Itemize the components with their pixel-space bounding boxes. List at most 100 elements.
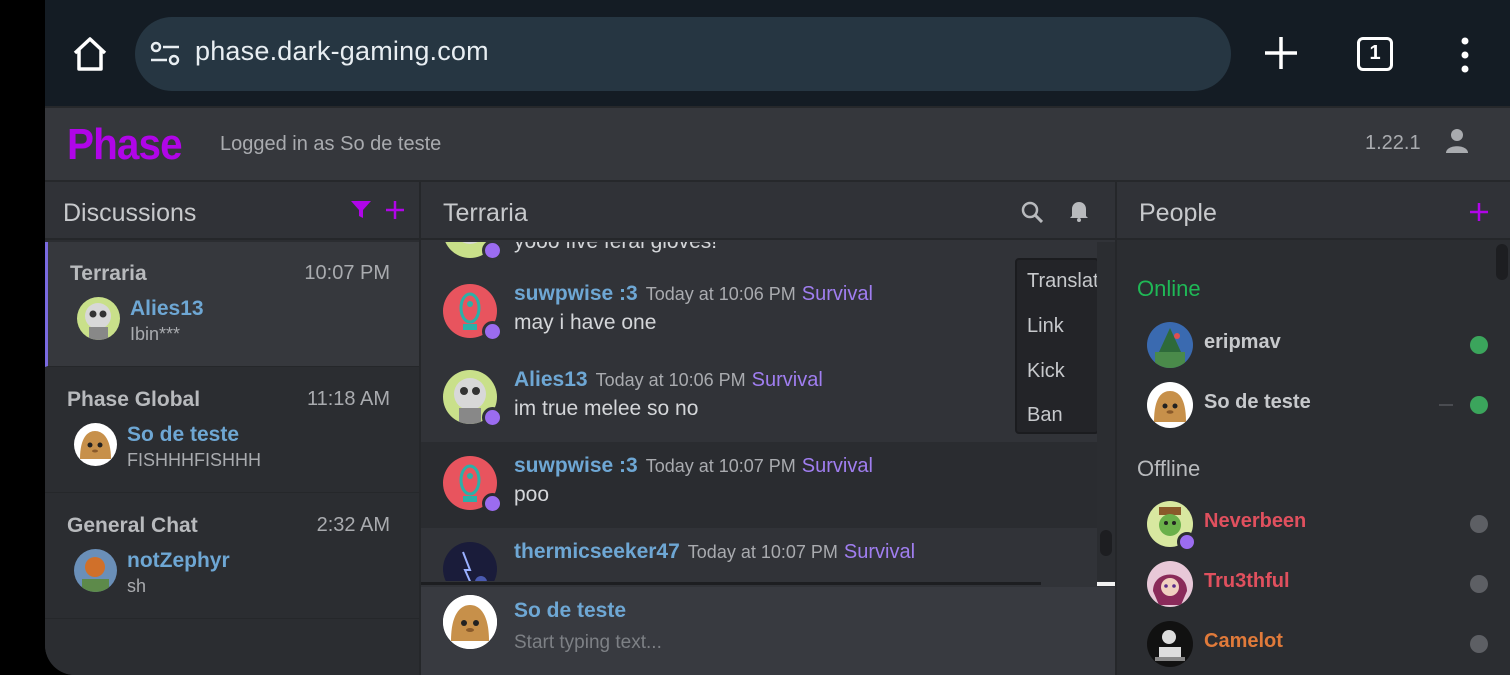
discussion-name: Terraria <box>70 262 147 285</box>
discussion-last-user: So de teste <box>127 423 240 446</box>
composer-username: So de teste <box>514 599 627 622</box>
discussion-item-phase-global[interactable]: Phase Global 11:18 AM So de teste FISHHH… <box>45 368 419 493</box>
discussions-header: Discussions <box>45 182 419 240</box>
menu-item-translate[interactable]: Translate <box>1027 270 1097 293</box>
avatar <box>74 549 117 592</box>
message-context-menu: Translate Link Kick Ban <box>1015 258 1097 434</box>
message-item[interactable]: Alies13 Today at 10:06 PM Survival im true… <box>421 356 1097 442</box>
discussion-last-message: Ibin*** <box>130 324 181 344</box>
user-badge <box>482 407 503 428</box>
plus-icon[interactable] <box>1262 34 1300 72</box>
avatar <box>1147 322 1193 368</box>
phase-logo[interactable]: Phase <box>67 120 183 170</box>
message-text: im true melee so no <box>514 397 699 420</box>
message-time: Today at 10:07 PM <box>645 456 796 476</box>
logged-in-status: Logged in as So de teste <box>220 133 442 155</box>
person-neverbeen[interactable]: Neverbeen <box>1117 496 1497 552</box>
menu-item-link[interactable]: Link <box>1027 315 1064 338</box>
message-time: Today at 10:06 PM <box>645 284 796 304</box>
chat-title: Terraria <box>443 199 528 227</box>
message-item[interactable]: yooo five feral gloves! <box>421 242 1097 261</box>
menu-item-kick[interactable]: Kick <box>1027 360 1065 383</box>
bell-icon[interactable] <box>1069 200 1089 222</box>
message-time: Today at 10:06 PM <box>595 370 746 390</box>
person-name: Tru3thful <box>1204 570 1290 592</box>
people-scrollbar-thumb[interactable] <box>1496 244 1508 280</box>
message-author[interactable]: Alies13 <box>514 368 588 391</box>
person-tru3thful[interactable]: Tru3thful <box>1117 556 1497 612</box>
person-name: Neverbeen <box>1204 510 1307 532</box>
discussion-name: General Chat <box>67 514 198 537</box>
person-name: So de teste <box>1204 391 1311 413</box>
message-header: Alies13 Today at 10:06 PM Survival <box>514 368 823 392</box>
message-item[interactable]: suwpwise :3 Today at 10:06 PM Survival may… <box>421 270 1097 356</box>
tabs-icon[interactable]: 1 <box>1357 37 1393 71</box>
menu-item-ban[interactable]: Ban <box>1027 404 1063 427</box>
discussion-item-general-chat[interactable]: General Chat 2:32 AM notZephyr sh <box>45 494 419 619</box>
discussion-time: 11:18 AM <box>306 388 390 410</box>
scrollbar-corner <box>1097 582 1115 586</box>
discussion-time: 2:32 AM <box>316 514 390 536</box>
people-scrollbar[interactable] <box>1495 242 1510 675</box>
chat-panel: Terraria yooo five feral gloves! <box>419 182 1117 675</box>
message-author[interactable]: suwpwise :3 <box>514 454 638 477</box>
discussion-item-terraria[interactable]: Terraria 10:07 PM Alies13 Ibin*** <box>45 242 419 367</box>
url-text[interactable]: phase.dark-gaming.com <box>195 36 489 67</box>
message-scrollbar-thumb[interactable] <box>1100 530 1112 556</box>
user-icon[interactable] <box>1445 128 1469 154</box>
discussion-name: Phase Global <box>67 388 201 411</box>
message-list[interactable]: yooo five feral gloves! suwpwise :3 Today… <box>421 242 1097 581</box>
offline-status-dot <box>1470 575 1488 593</box>
server-tag: Survival <box>751 369 823 391</box>
people-title: People <box>1139 199 1217 227</box>
avatar <box>1147 561 1193 607</box>
offline-group-label: Offline <box>1137 456 1201 481</box>
discussions-title: Discussions <box>63 199 197 227</box>
filter-icon[interactable] <box>351 201 371 219</box>
search-icon[interactable] <box>1021 201 1043 223</box>
person-camelot[interactable]: Camelot <box>1117 616 1497 672</box>
user-badge <box>482 493 503 514</box>
add-person-icon[interactable] <box>1469 202 1489 222</box>
discussion-last-user: notZephyr <box>127 549 230 572</box>
discussion-last-message: sh <box>127 576 147 596</box>
message-item[interactable]: thermicseeker47 Today at 10:07 PM Survival <box>421 528 1097 581</box>
chat-header: Terraria <box>421 182 1117 240</box>
discussion-last-user: Alies13 <box>130 297 204 320</box>
home-icon[interactable] <box>70 34 110 74</box>
message-author[interactable]: thermicseeker47 <box>514 540 680 563</box>
avatar <box>1147 621 1193 667</box>
person-name: eripmav <box>1204 331 1281 353</box>
message-item[interactable]: suwpwise :3 Today at 10:07 PM Survival poo <box>421 442 1097 528</box>
avatar <box>77 297 120 340</box>
person-eripmav[interactable]: eripmav <box>1117 317 1497 373</box>
discussion-time: 10:07 PM <box>304 262 390 284</box>
person-so-de-teste[interactable]: So de teste <box>1117 377 1497 433</box>
avatar <box>1147 382 1193 428</box>
more-vert-icon[interactable] <box>1452 36 1478 74</box>
server-tag: Survival <box>801 283 873 305</box>
app-header: Phase Logged in as So de teste 1.22.1 <box>45 106 1510 182</box>
message-header: suwpwise :3 Today at 10:06 PM Survival <box>514 282 873 306</box>
online-group-label: Online <box>1137 276 1201 301</box>
user-badge <box>482 321 503 342</box>
message-header: suwpwise :3 Today at 10:07 PM Survival <box>514 454 873 478</box>
user-badge <box>482 242 503 261</box>
message-author[interactable]: suwpwise :3 <box>514 282 638 305</box>
avatar <box>443 595 497 649</box>
message-text: yooo five feral gloves! <box>514 242 717 254</box>
message-composer: So de teste Start typing text... <box>421 587 1117 675</box>
add-discussion-icon[interactable] <box>385 200 405 220</box>
horizontal-scrollbar[interactable] <box>421 582 1041 585</box>
avatar <box>74 423 117 466</box>
message-text: poo <box>514 483 550 506</box>
site-settings-icon[interactable] <box>149 38 181 70</box>
people-panel: People Online eripmav So de teste Offlin… <box>1115 182 1510 675</box>
message-input[interactable]: Start typing text... <box>514 632 662 654</box>
online-status-dot <box>1470 396 1488 414</box>
avatar <box>443 542 497 581</box>
message-time: Today at 10:07 PM <box>687 542 838 562</box>
message-header: thermicseeker47 Today at 10:07 PM Survival <box>514 540 915 564</box>
offline-status-dot <box>1470 515 1488 533</box>
version-label: 1.22.1 <box>1365 132 1421 154</box>
